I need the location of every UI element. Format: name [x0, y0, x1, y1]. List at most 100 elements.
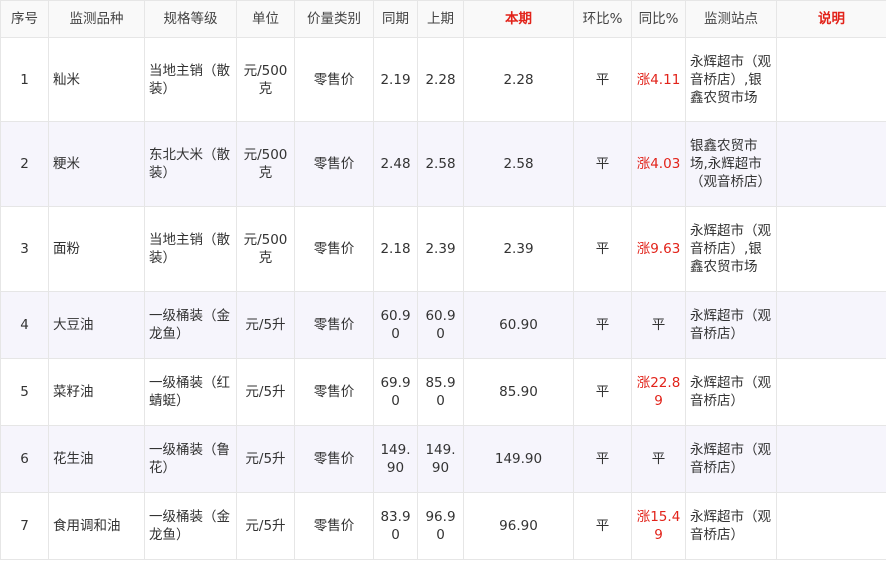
- cell-site: 永辉超市（观音桥店）: [685, 425, 777, 493]
- cell-cur: 2.58: [463, 121, 574, 207]
- cell-cur: 2.28: [463, 37, 574, 122]
- cell-no: 3: [0, 206, 49, 292]
- cell-cur: 60.90: [463, 291, 574, 359]
- header-no: 序号: [0, 0, 49, 38]
- cell-prev: 2.39: [417, 206, 464, 292]
- cell-note: [776, 37, 886, 122]
- cell-cur: 2.39: [463, 206, 574, 292]
- cell-type: 零售价: [294, 425, 374, 493]
- cell-note: [776, 425, 886, 493]
- header-spec: 规格等级: [144, 0, 237, 38]
- cell-cur: 85.90: [463, 358, 574, 426]
- cell-yoy: 涨9.63: [631, 206, 686, 292]
- cell-no: 6: [0, 425, 49, 493]
- table-row: 6 花生油 一级桶装（鲁花） 元/5升 零售价 149.90 149.90 14…: [0, 425, 886, 493]
- cell-prev: 2.28: [417, 37, 464, 122]
- cell-unit: 元/500克: [236, 121, 295, 207]
- cell-same: 83.90: [373, 492, 418, 560]
- cell-prev: 60.90: [417, 291, 464, 359]
- cell-cur: 149.90: [463, 425, 574, 493]
- cell-item: 食用调和油: [48, 492, 145, 560]
- cell-site: 永辉超市（观音桥店）,银鑫农贸市场: [685, 37, 777, 122]
- cell-note: [776, 291, 886, 359]
- header-type: 价量类别: [294, 0, 374, 38]
- cell-note: [776, 492, 886, 560]
- cell-no: 5: [0, 358, 49, 426]
- cell-unit: 元/5升: [236, 291, 295, 359]
- cell-cur: 96.90: [463, 492, 574, 560]
- header-note: 说明: [776, 0, 886, 38]
- cell-unit: 元/5升: [236, 358, 295, 426]
- cell-same: 2.48: [373, 121, 418, 207]
- header-mom: 环比%: [573, 0, 632, 38]
- cell-mom: 平: [573, 358, 632, 426]
- table-row: 3 面粉 当地主销（散装） 元/500克 零售价 2.18 2.39 2.39 …: [0, 206, 886, 292]
- cell-site: 银鑫农贸市场,永辉超市（观音桥店）: [685, 121, 777, 207]
- header-same: 同期: [373, 0, 418, 38]
- cell-yoy: 涨4.03: [631, 121, 686, 207]
- cell-unit: 元/500克: [236, 37, 295, 122]
- cell-prev: 85.90: [417, 358, 464, 426]
- cell-yoy: 涨4.11: [631, 37, 686, 122]
- cell-item: 籼米: [48, 37, 145, 122]
- cell-item: 花生油: [48, 425, 145, 493]
- table-row: 4 大豆油 一级桶装（金龙鱼） 元/5升 零售价 60.90 60.90 60.…: [0, 291, 886, 359]
- cell-no: 2: [0, 121, 49, 207]
- cell-spec: 一级桶装（金龙鱼）: [144, 291, 237, 359]
- cell-item: 大豆油: [48, 291, 145, 359]
- header-yoy: 同比%: [631, 0, 686, 38]
- cell-mom: 平: [573, 206, 632, 292]
- table-row: 5 菜籽油 一级桶装（红蜻蜓） 元/5升 零售价 69.90 85.90 85.…: [0, 358, 886, 426]
- cell-item: 粳米: [48, 121, 145, 207]
- cell-type: 零售价: [294, 37, 374, 122]
- header-row: 序号 监测品种 规格等级 单位 价量类别 同期 上期 本期 环比% 同比% 监测…: [0, 0, 886, 38]
- cell-mom: 平: [573, 37, 632, 122]
- cell-yoy: 涨15.49: [631, 492, 686, 560]
- cell-type: 零售价: [294, 121, 374, 207]
- cell-same: 149.90: [373, 425, 418, 493]
- cell-type: 零售价: [294, 358, 374, 426]
- cell-type: 零售价: [294, 206, 374, 292]
- cell-site: 永辉超市（观音桥店）: [685, 492, 777, 560]
- table-row: 7 食用调和油 一级桶装（金龙鱼） 元/5升 零售价 83.90 96.90 9…: [0, 492, 886, 560]
- header-prev: 上期: [417, 0, 464, 38]
- cell-spec: 当地主销（散装）: [144, 37, 237, 122]
- cell-same: 2.19: [373, 37, 418, 122]
- cell-same: 60.90: [373, 291, 418, 359]
- cell-spec: 一级桶装（红蜻蜓）: [144, 358, 237, 426]
- cell-unit: 元/5升: [236, 492, 295, 560]
- cell-mom: 平: [573, 492, 632, 560]
- cell-item: 面粉: [48, 206, 145, 292]
- cell-note: [776, 358, 886, 426]
- cell-spec: 当地主销（散装）: [144, 206, 237, 292]
- cell-same: 69.90: [373, 358, 418, 426]
- cell-prev: 96.90: [417, 492, 464, 560]
- cell-unit: 元/500克: [236, 206, 295, 292]
- cell-spec: 东北大米（散装）: [144, 121, 237, 207]
- cell-spec: 一级桶装（金龙鱼）: [144, 492, 237, 560]
- cell-yoy: 平: [631, 425, 686, 493]
- cell-spec: 一级桶装（鲁花）: [144, 425, 237, 493]
- cell-item: 菜籽油: [48, 358, 145, 426]
- cell-unit: 元/5升: [236, 425, 295, 493]
- cell-no: 7: [0, 492, 49, 560]
- header-unit: 单位: [236, 0, 295, 38]
- cell-same: 2.18: [373, 206, 418, 292]
- cell-mom: 平: [573, 121, 632, 207]
- cell-site: 永辉超市（观音桥店）: [685, 358, 777, 426]
- cell-yoy: 平: [631, 291, 686, 359]
- cell-note: [776, 206, 886, 292]
- header-site: 监测站点: [685, 0, 777, 38]
- table-row: 2 粳米 东北大米（散装） 元/500克 零售价 2.48 2.58 2.58 …: [0, 121, 886, 207]
- cell-mom: 平: [573, 291, 632, 359]
- header-item: 监测品种: [48, 0, 145, 38]
- cell-prev: 2.58: [417, 121, 464, 207]
- cell-site: 永辉超市（观音桥店）,银鑫农贸市场: [685, 206, 777, 292]
- cell-note: [776, 121, 886, 207]
- cell-yoy: 涨22.89: [631, 358, 686, 426]
- header-cur: 本期: [463, 0, 574, 38]
- cell-site: 永辉超市（观音桥店）: [685, 291, 777, 359]
- cell-type: 零售价: [294, 291, 374, 359]
- cell-no: 4: [0, 291, 49, 359]
- table-row: 1 籼米 当地主销（散装） 元/500克 零售价 2.19 2.28 2.28 …: [0, 37, 886, 122]
